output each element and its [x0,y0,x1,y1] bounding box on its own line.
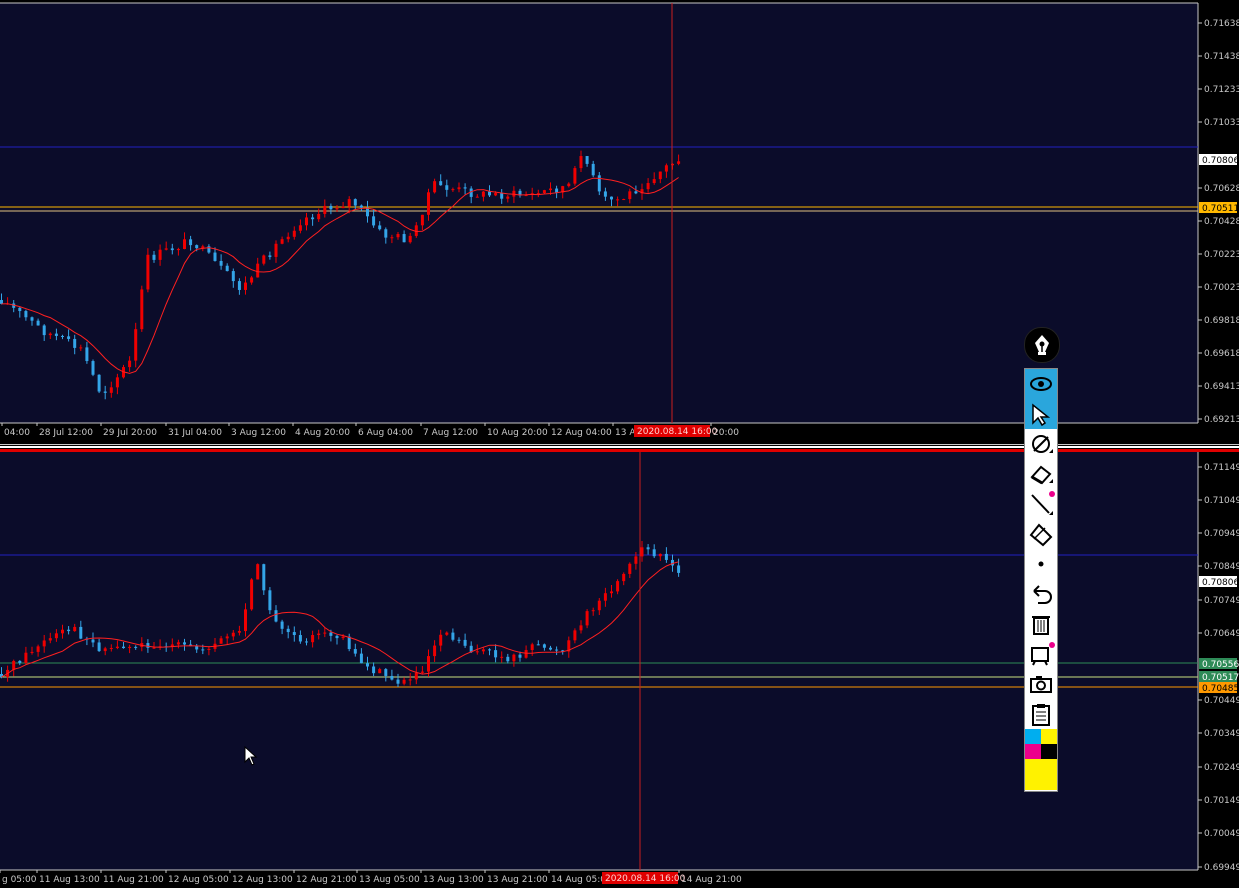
x-axis-tick-label: 31 Jul 04:00 [168,428,222,438]
svg-text:0.70806: 0.70806 [1202,578,1239,588]
x-axis-tick-label: 11 Aug 21:00 [103,875,164,885]
x-axis-tick-label: 14 Aug 21:00 [681,875,742,885]
candle [585,609,589,629]
camera-icon[interactable] [1025,669,1057,699]
x-axis-tick-label: 11 Aug 13:00 [39,875,100,885]
x-axis-tick-label: 7 Aug 12:00 [423,428,478,438]
y-axis-tick-label: 0.69213 [1204,415,1239,425]
y-axis-tick-label: 0.71638 [1204,19,1239,29]
price-label: 0.70517 [1199,671,1239,683]
price-label: 0.70556 [1199,658,1239,670]
y-axis-tick-label: 0.71049 [1204,496,1239,506]
y-axis-tick-label: 0.70849 [1204,562,1239,572]
svg-text:0.70517: 0.70517 [1202,673,1239,683]
trash-icon[interactable] [1025,609,1057,639]
x-axis-tick-label: 13 Aug 05:00 [359,875,420,885]
x-axis-tick-label: 10 Aug 20:00 [487,428,548,438]
svg-text:0.70511: 0.70511 [1202,204,1239,214]
y-axis-tick-label: 0.70649 [1204,629,1239,639]
y-axis-tick-label: 0.70749 [1204,596,1239,606]
x-axis-tick-label: 4 Aug 20:00 [295,428,350,438]
x-axis-tick-label: 12 Aug 13:00 [232,875,293,885]
price-label: 0.70485 [1199,682,1239,694]
x-axis-tick-label: 04:00 [4,428,30,438]
y-axis-tick-label: 0.71033 [1204,118,1239,128]
y-axis-tick-label: 0.70628 [1204,184,1239,194]
y-axis-tick-label: 0.71149 [1204,463,1239,473]
y-axis-tick-label: 0.70149 [1204,796,1239,806]
pencil-icon[interactable] [1025,519,1057,549]
candle [97,374,101,394]
trendline-icon[interactable] [1025,489,1057,519]
candle [250,578,254,611]
dot-icon[interactable] [1025,549,1057,579]
eraser-icon[interactable] [1025,459,1057,489]
y-axis-tick-label: 0.71233 [1204,85,1239,95]
price-label: 0.70511 [1199,202,1239,214]
color-swatch[interactable] [1041,759,1057,790]
x-axis-tick-label: g 05:00 [2,875,37,885]
color-swatch[interactable] [1041,729,1057,744]
candle [262,563,266,595]
x-axis-tick-label: 13 A [615,428,636,438]
magnet-icon[interactable] [1025,429,1057,459]
pen-tool-badge-icon[interactable] [1024,327,1060,363]
candle [140,285,144,332]
undo-icon[interactable] [1025,579,1057,609]
crosshair-time-label: 2020.08.14 16:00 [602,872,686,884]
price-label: 0.70806 [1199,154,1239,166]
y-axis-tick-label: 0.70049 [1204,829,1239,839]
svg-text:0.70806: 0.70806 [1202,156,1239,166]
x-axis-tick-label: 13 Aug 21:00 [487,875,548,885]
y-axis-tick-label: 0.70249 [1204,763,1239,773]
candle [573,165,577,186]
mouse-cursor-icon [244,746,258,766]
x-axis-tick-label: 29 Jul 20:00 [103,428,157,438]
x-axis-tick-label: 13 Aug 13:00 [423,875,484,885]
y-axis-tick-label: 0.70023 [1204,283,1239,293]
drawing-toolbar [1024,368,1058,792]
color-swatch[interactable] [1041,744,1057,759]
y-axis-tick-label: 0.70223 [1204,250,1239,260]
candle [146,248,150,293]
crosshair-time-label: 2020.08.14 16:00 [634,425,718,437]
svg-text:0.70556: 0.70556 [1202,660,1239,670]
y-axis-tick-label: 0.70428 [1204,217,1239,227]
x-axis-tick-label: 3 Aug 12:00 [231,428,286,438]
svg-text:2020.08.14 16:00: 2020.08.14 16:00 [605,874,686,884]
x-axis-tick-label: 12 Aug 21:00 [296,875,357,885]
color-swatch[interactable] [1025,744,1041,759]
x-axis-tick-label: 12 Aug 04:00 [551,428,612,438]
y-axis-tick-label: 0.70449 [1204,696,1239,706]
y-axis-tick-label: 0.70949 [1204,529,1239,539]
price-label: 0.70806 [1199,576,1239,588]
x-axis-tick-label: 6 Aug 04:00 [358,428,413,438]
y-axis-tick-label: 0.69618 [1204,349,1239,359]
y-axis-tick-label: 0.69949 [1204,863,1239,873]
svg-text:2020.08.14 16:00: 2020.08.14 16:00 [637,427,718,437]
color-swatch[interactable] [1025,759,1041,790]
clipboard-icon[interactable] [1025,699,1057,729]
y-axis-tick-label: 0.70349 [1204,729,1239,739]
svg-text:0.70485: 0.70485 [1202,684,1239,694]
candle [268,587,272,615]
y-axis-tick-label: 0.69818 [1204,316,1239,326]
eye-icon[interactable] [1025,369,1057,399]
cursor-arrow-icon[interactable] [1025,399,1057,429]
x-axis-tick-label: 12 Aug 05:00 [168,875,229,885]
y-axis-tick-label: 0.69413 [1204,382,1239,392]
candle [91,359,95,377]
template-icon[interactable] [1025,639,1057,669]
candle [256,563,260,580]
x-axis-tick-label: 28 Jul 12:00 [39,428,93,438]
y-axis-tick-label: 0.71438 [1204,52,1239,62]
color-swatch[interactable] [1025,729,1041,744]
